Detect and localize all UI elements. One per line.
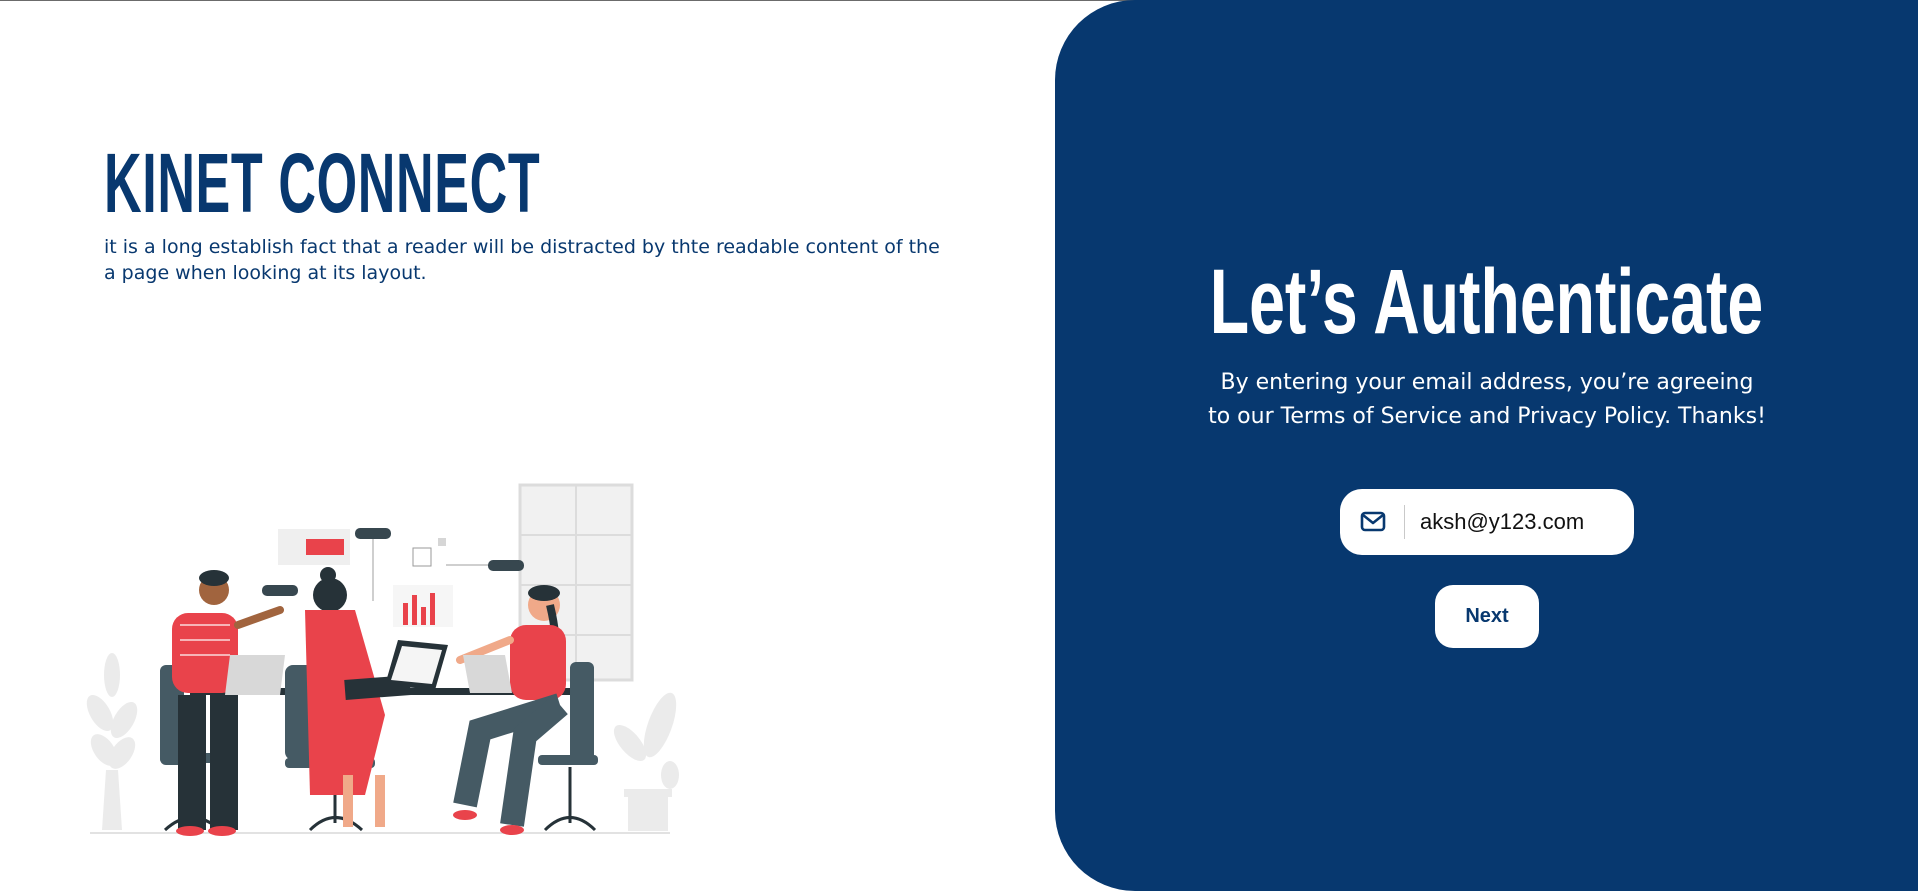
brand-section: KINET CONNECT it is a long establish fac… — [0, 0, 1055, 891]
auth-description: By entering your email address, you’re a… — [1208, 370, 1766, 429]
auth-title: Let’s Authenticate — [1209, 251, 1764, 353]
field-divider — [1404, 505, 1405, 539]
brand-tagline: it is a long establish fact that a reade… — [104, 236, 940, 284]
person-left — [172, 570, 284, 830]
email-field-container[interactable] — [1340, 489, 1634, 555]
email-input[interactable] — [1420, 502, 1620, 542]
envelope-icon — [1360, 511, 1386, 533]
team-meeting-illustration — [86, 483, 679, 836]
brand-title: KINET CONNECT — [104, 136, 541, 230]
auth-panel: Let’s Authenticate By entering your emai… — [1055, 0, 1918, 891]
next-button[interactable]: Next — [1435, 585, 1539, 648]
